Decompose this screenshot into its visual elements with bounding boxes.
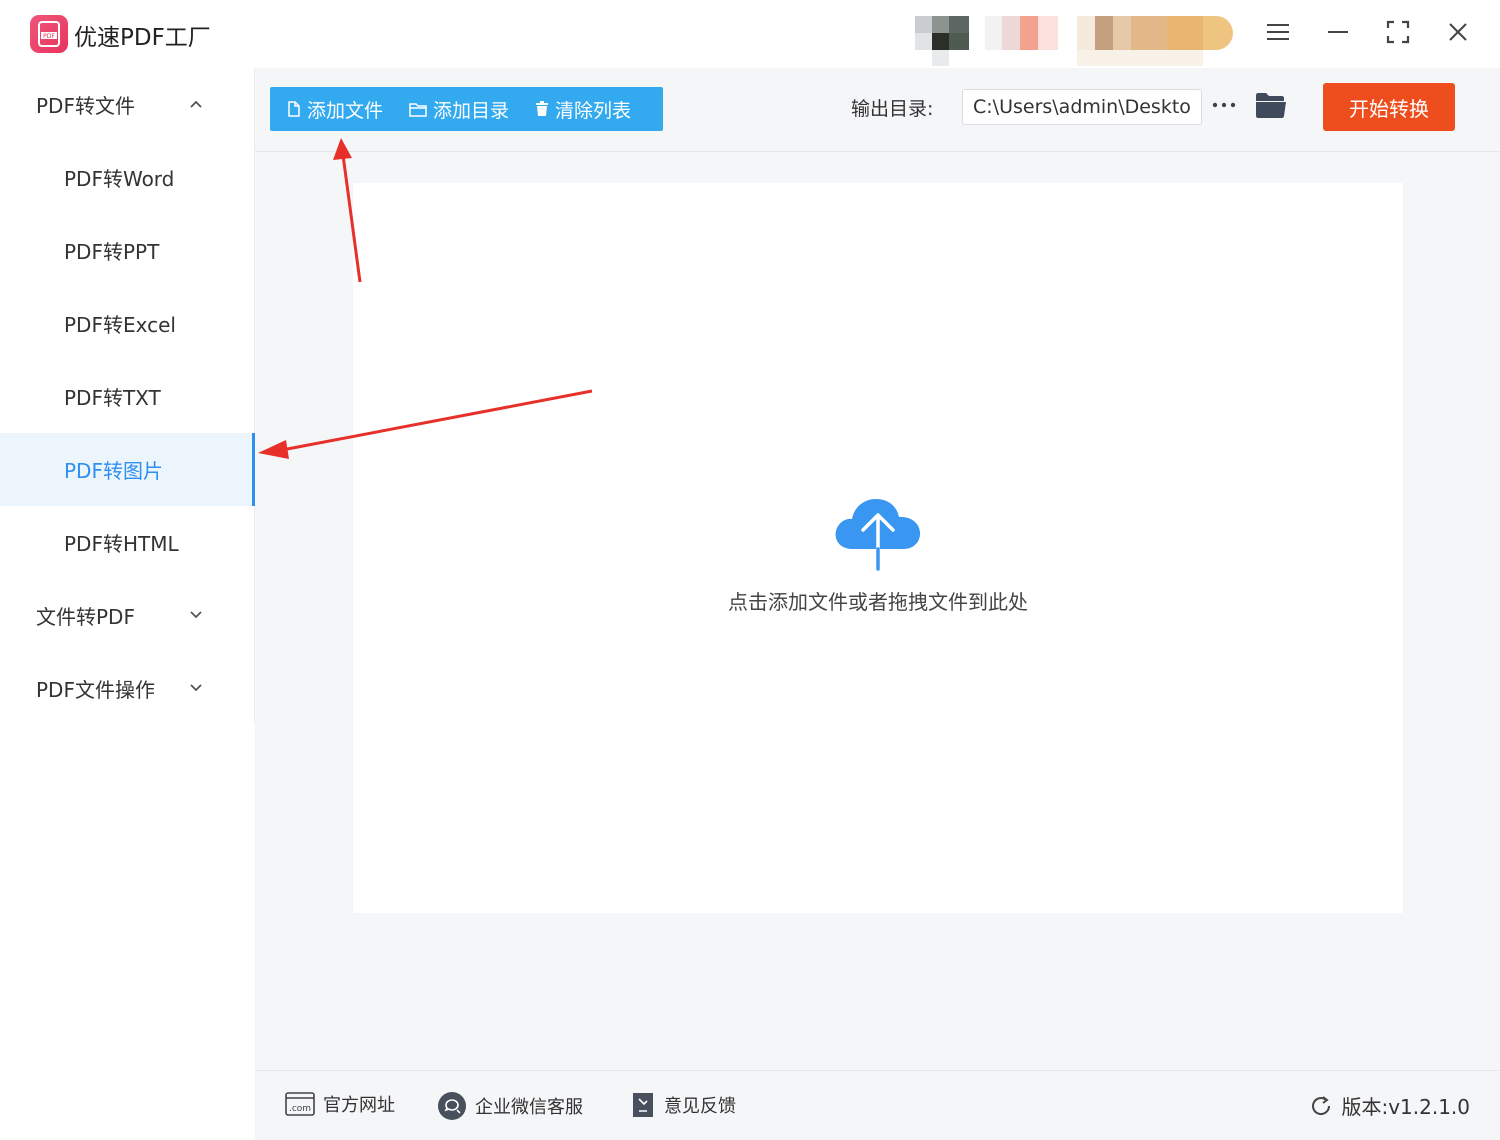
version-info: 版本:v1.2.1.0 [1309,1091,1470,1120]
close-icon[interactable] [1440,14,1476,50]
title-bar: PDF 优速PDF工厂 [0,0,1500,68]
maximize-icon[interactable] [1380,14,1416,50]
pdf-logo-icon: PDF [38,21,60,47]
sidebar-group-label: 文件转PDF [36,605,135,629]
clear-list-label: 清除列表 [555,99,632,122]
sidebar-item-label: PDF转Word [64,167,175,191]
refresh-icon [1312,1095,1331,1115]
add-folder-button[interactable]: 添加目录 [409,87,509,131]
wechat-support-link[interactable]: 企业微信客服 [437,1091,583,1121]
file-drop-zone[interactable]: 点击添加文件或者拖拽文件到此处 [353,183,1403,913]
user-avatar[interactable] [915,16,1235,68]
chevron-down-icon [190,684,202,692]
website-link[interactable]: .com 官方网址 [285,1091,395,1117]
sidebar-item-label: PDF转Excel [64,313,176,337]
chevron-up-icon [190,100,202,108]
add-file-button[interactable]: 添加文件 [287,87,383,131]
sidebar-group-pdf-to-file[interactable]: PDF转文件 [0,68,255,141]
website-icon: .com [285,1091,315,1117]
svg-text:.com: .com [289,1104,311,1114]
feedback-icon [630,1091,656,1119]
wechat-support-label: 企业微信客服 [475,1097,583,1118]
folder-outline-icon [409,102,427,117]
sidebar-group-label: PDF文件操作 [36,678,155,702]
feedback-label: 意见反馈 [664,1096,736,1117]
file-button-group: 添加文件 添加目录 清除列表 [270,87,663,131]
cloud-upload-icon [835,499,921,571]
clear-list-button[interactable]: 清除列表 [535,87,631,131]
sidebar-item-pdf-to-excel[interactable]: PDF转Excel [0,287,255,360]
trash-icon [535,101,549,117]
sidebar: PDF转文件 PDF转Word PDF转PPT PDF转Excel PDF转TX… [0,68,255,724]
sidebar-group-label: PDF转文件 [36,94,135,118]
sidebar-item-label: PDF转TXT [64,386,161,410]
sidebar-group-pdf-operations[interactable]: PDF文件操作 [0,652,255,725]
file-icon [287,101,301,117]
app-title: 优速PDF工厂 [74,25,211,51]
chat-icon [437,1091,467,1121]
version-label: 版本:v1.2.1.0 [1341,1095,1470,1119]
minimize-icon[interactable] [1320,14,1356,50]
sidebar-item-pdf-to-image[interactable]: PDF转图片 [0,433,255,506]
app-logo: PDF [30,15,68,53]
sidebar-group-file-to-pdf[interactable]: 文件转PDF [0,579,255,652]
add-folder-label: 添加目录 [433,99,510,122]
toolbar: 添加文件 添加目录 清除列表 输出目录: 开始转换 [255,68,1500,152]
footer: .com 官方网址 企业微信客服 意见反馈 版本:v1.2.1.0 [255,1070,1500,1140]
feedback-link[interactable]: 意见反馈 [630,1091,736,1119]
open-folder-icon[interactable] [1255,92,1287,122]
output-dir-input[interactable] [962,89,1202,125]
website-label: 官方网址 [323,1095,395,1116]
sidebar-item-label: PDF转图片 [64,459,163,483]
start-convert-button[interactable]: 开始转换 [1323,83,1455,131]
sidebar-item-label: PDF转PPT [64,240,160,264]
chevron-down-icon [190,611,202,619]
sidebar-item-pdf-to-html[interactable]: PDF转HTML [0,506,255,579]
add-file-label: 添加文件 [307,99,384,122]
more-options-icon[interactable] [1211,90,1237,120]
sidebar-item-pdf-to-word[interactable]: PDF转Word [0,141,255,214]
main-panel: 添加文件 添加目录 清除列表 输出目录: 开始转换 [255,68,1500,1070]
sidebar-item-pdf-to-txt[interactable]: PDF转TXT [0,360,255,433]
svg-text:PDF: PDF [43,33,55,40]
sidebar-item-pdf-to-ppt[interactable]: PDF转PPT [0,214,255,287]
drop-hint-text: 点击添加文件或者拖拽文件到此处 [728,590,1028,614]
sidebar-item-label: PDF转HTML [64,532,179,556]
menu-icon[interactable] [1260,14,1296,50]
output-dir-label: 输出目录: [851,98,934,120]
